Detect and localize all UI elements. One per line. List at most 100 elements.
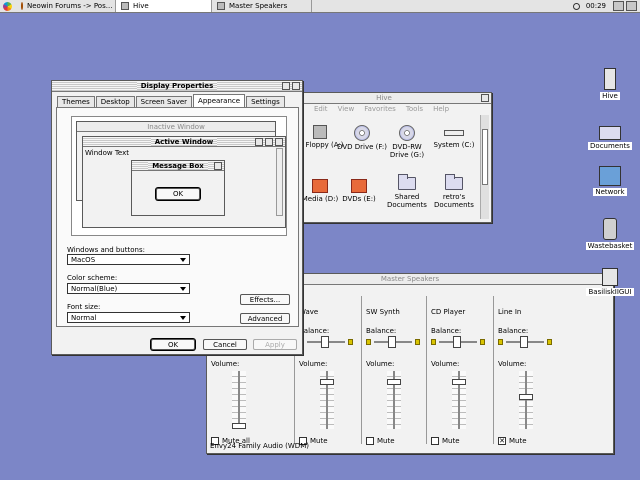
font-size-select[interactable]: Normal xyxy=(67,312,190,323)
taskbar: Neowin Forums -> Pos... Hive Master Spea… xyxy=(0,0,640,13)
preview-message-close-icon xyxy=(214,162,222,170)
preview-message-box: Message Box OK xyxy=(131,160,225,216)
computer-icon xyxy=(604,68,616,90)
menu-favorites[interactable]: Favorites xyxy=(364,105,396,113)
clock[interactable]: 00:29 xyxy=(572,0,606,12)
volume-knob[interactable] xyxy=(320,379,334,385)
trash-icon xyxy=(603,218,617,240)
preview-active-window: Active Window Window Text Message Box OK xyxy=(82,136,286,228)
volume-slider[interactable] xyxy=(449,371,469,429)
tab-screen-saver[interactable]: Screen Saver xyxy=(135,96,193,107)
mute-checkbox[interactable]: Mute xyxy=(366,437,395,445)
item-shared-documents[interactable]: Shared Documents xyxy=(382,174,432,209)
item-dvds-drive[interactable]: DVDs (E:) xyxy=(334,179,384,203)
tray-icon[interactable] xyxy=(613,1,624,11)
volume-knob[interactable] xyxy=(452,379,466,385)
scroll-thumb[interactable] xyxy=(482,129,488,185)
font-size-label: Font size: xyxy=(67,303,101,311)
volume-slider[interactable] xyxy=(384,371,404,429)
media-drive-icon xyxy=(312,179,328,193)
hard-drive-icon xyxy=(444,130,464,136)
select-value: Normal(Blue) xyxy=(71,284,118,293)
task-label: Hive xyxy=(133,2,149,10)
speaker-right-icon xyxy=(348,339,353,345)
desktop-icon-label: Network xyxy=(593,188,627,196)
balance-slider[interactable] xyxy=(366,336,420,348)
close-button[interactable] xyxy=(292,82,300,90)
chevron-down-icon xyxy=(180,258,186,262)
tab-appearance[interactable]: Appearance xyxy=(193,94,246,107)
task-neowin[interactable]: Neowin Forums -> Pos... xyxy=(16,0,116,12)
menu-view[interactable]: View xyxy=(338,105,355,113)
item-label: System (C:) xyxy=(433,141,475,149)
mixer-channel: SW Synth Balance: Volume: Mute xyxy=(362,296,427,445)
menu-tools[interactable]: Tools xyxy=(406,105,423,113)
color-scheme-select[interactable]: Normal(Blue) xyxy=(67,283,190,294)
checkbox-box[interactable]: ✕ xyxy=(498,437,506,445)
apply-button[interactable]: Apply xyxy=(253,339,297,350)
help-button[interactable] xyxy=(282,82,290,90)
checkbox-box[interactable] xyxy=(431,437,439,445)
cancel-button[interactable]: Cancel xyxy=(203,339,247,350)
menu-edit[interactable]: Edit xyxy=(314,105,328,113)
speaker-left-icon xyxy=(431,339,436,345)
effects-button[interactable]: Effects... xyxy=(240,294,290,305)
task-hive[interactable]: Hive xyxy=(116,0,212,12)
desktop-icon-documents[interactable]: Documents xyxy=(582,120,638,150)
windows-buttons-select[interactable]: MacOS xyxy=(67,254,190,265)
desktop-icon-network[interactable]: Network xyxy=(582,166,638,196)
item-dvd-drive[interactable]: DVD Drive (F:) xyxy=(337,125,387,151)
volume-slider[interactable] xyxy=(317,371,337,429)
checkbox-box[interactable] xyxy=(366,437,374,445)
balance-knob[interactable] xyxy=(520,336,528,348)
balance-knob[interactable] xyxy=(388,336,396,348)
item-system-drive[interactable]: System (C:) xyxy=(429,125,479,149)
tray-icons[interactable] xyxy=(613,1,637,11)
balance-knob[interactable] xyxy=(321,336,329,348)
tab-desktop[interactable]: Desktop xyxy=(95,96,135,107)
folder-icon xyxy=(398,174,416,190)
dvd-icon xyxy=(399,125,415,141)
task-master-speakers[interactable]: Master Speakers xyxy=(212,0,312,12)
item-retros-documents[interactable]: retro's Documents xyxy=(429,174,479,209)
item-dvd-rw-drive[interactable]: DVD-RW Drive (G:) xyxy=(382,125,432,159)
tab-settings[interactable]: Settings xyxy=(246,96,285,107)
volume-knob[interactable] xyxy=(519,394,533,400)
folder-icon xyxy=(599,126,621,140)
desktop-icon-basiliskiigui[interactable]: BasiliskIIGUI xyxy=(582,268,638,296)
tray-icon[interactable] xyxy=(626,1,637,11)
advanced-button[interactable]: Advanced xyxy=(240,313,290,324)
hive-scrollbar[interactable] xyxy=(480,115,489,219)
chevron-down-icon xyxy=(180,287,186,291)
apple-menu-icon[interactable] xyxy=(3,1,12,11)
display-properties-titlebar[interactable]: Display Properties xyxy=(52,81,302,92)
balance-slider[interactable] xyxy=(431,336,485,348)
channel-name: SW Synth xyxy=(366,308,400,316)
volume-knob[interactable] xyxy=(387,379,401,385)
zoom-button[interactable] xyxy=(481,94,489,102)
volume-label: Volume: xyxy=(211,360,240,368)
desktop-icon-hive[interactable]: Hive xyxy=(582,68,638,100)
ok-button[interactable]: OK xyxy=(151,339,195,350)
appearance-panel: Inactive Window Active Window Window Tex… xyxy=(56,107,299,327)
volume-slider[interactable] xyxy=(229,371,249,429)
desktop-icon-label: BasiliskIIGUI xyxy=(586,288,634,296)
hive-titlebar[interactable]: Hive xyxy=(277,93,491,104)
mute-checkbox[interactable]: ✕ Mute xyxy=(498,437,527,445)
mute-label: Mute xyxy=(310,437,328,445)
desktop-icon-wastebasket[interactable]: Wastebasket xyxy=(582,218,638,250)
mute-label: Mute xyxy=(509,437,527,445)
item-label: DVD Drive (F:) xyxy=(337,143,387,151)
mute-checkbox[interactable]: Mute xyxy=(431,437,460,445)
tab-themes[interactable]: Themes xyxy=(57,96,95,107)
mixer-channel: Wave Balance: Volume: Mute xyxy=(295,296,362,445)
balance-slider[interactable] xyxy=(498,336,552,348)
preview-active-titlebar: Active Window xyxy=(83,137,285,147)
volume-knob[interactable] xyxy=(232,423,246,429)
dvd-icon xyxy=(354,125,370,141)
balance-slider[interactable] xyxy=(299,336,353,348)
balance-knob[interactable] xyxy=(453,336,461,348)
menu-help[interactable]: Help xyxy=(433,105,449,113)
volume-slider[interactable] xyxy=(516,371,536,429)
channel-name: CD Player xyxy=(431,308,466,316)
